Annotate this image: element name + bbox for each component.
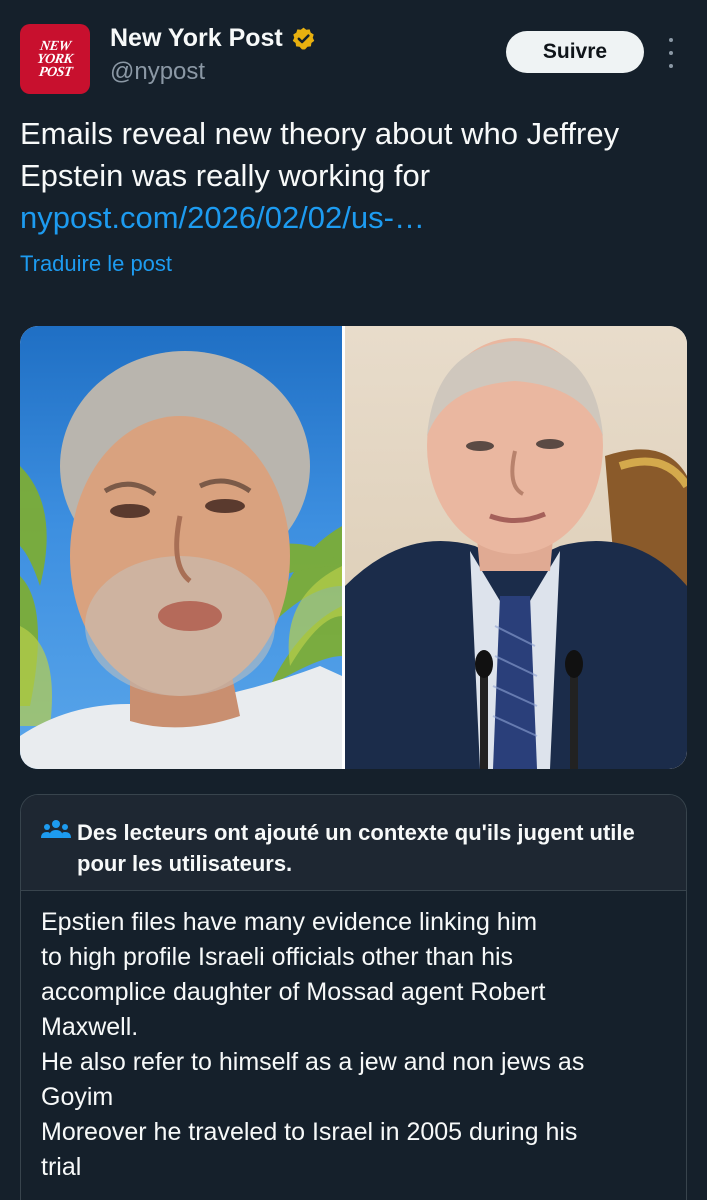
community-note-title: Des lecteurs ont ajouté un contexte qu'i… xyxy=(77,820,635,876)
post-text: Emails reveal new theory about who Jeffr… xyxy=(20,113,685,239)
community-note-header: Des lecteurs ont ajouté un contexte qu'i… xyxy=(21,795,686,891)
post-body: Emails reveal new theory about who Jeffr… xyxy=(20,116,620,193)
post-media[interactable] xyxy=(20,326,687,769)
display-name[interactable]: New York Post xyxy=(110,24,283,53)
post-link[interactable]: nypost.com/2026/02/02/us-… xyxy=(20,200,425,235)
handle[interactable]: @nypost xyxy=(110,58,205,86)
verified-badge-icon xyxy=(292,27,314,50)
translate-post-link[interactable]: Traduire le post xyxy=(20,251,172,277)
selfie-photo-illustration xyxy=(20,351,342,769)
community-note: Des lecteurs ont ajouté un contexte qu'i… xyxy=(20,794,687,1200)
avatar[interactable]: NEW YORK POST xyxy=(20,24,90,94)
people-icon xyxy=(41,820,71,838)
media-image-left[interactable] xyxy=(20,326,342,769)
media-image-right[interactable] xyxy=(345,326,687,769)
author-name-row: New York Post xyxy=(110,24,316,53)
portrait-photo-illustration xyxy=(345,338,687,769)
post: NEW YORK POST New York Post @nypost Suiv… xyxy=(0,0,707,1200)
follow-button[interactable]: Suivre xyxy=(506,31,644,73)
logo-line-2: YORK xyxy=(36,51,74,67)
logo-line-3: POST xyxy=(37,64,73,80)
community-note-body: Epstien files have many evidence linking… xyxy=(41,908,585,1181)
logo-line-1: NEW xyxy=(38,38,72,54)
more-options-icon[interactable] xyxy=(664,38,678,68)
